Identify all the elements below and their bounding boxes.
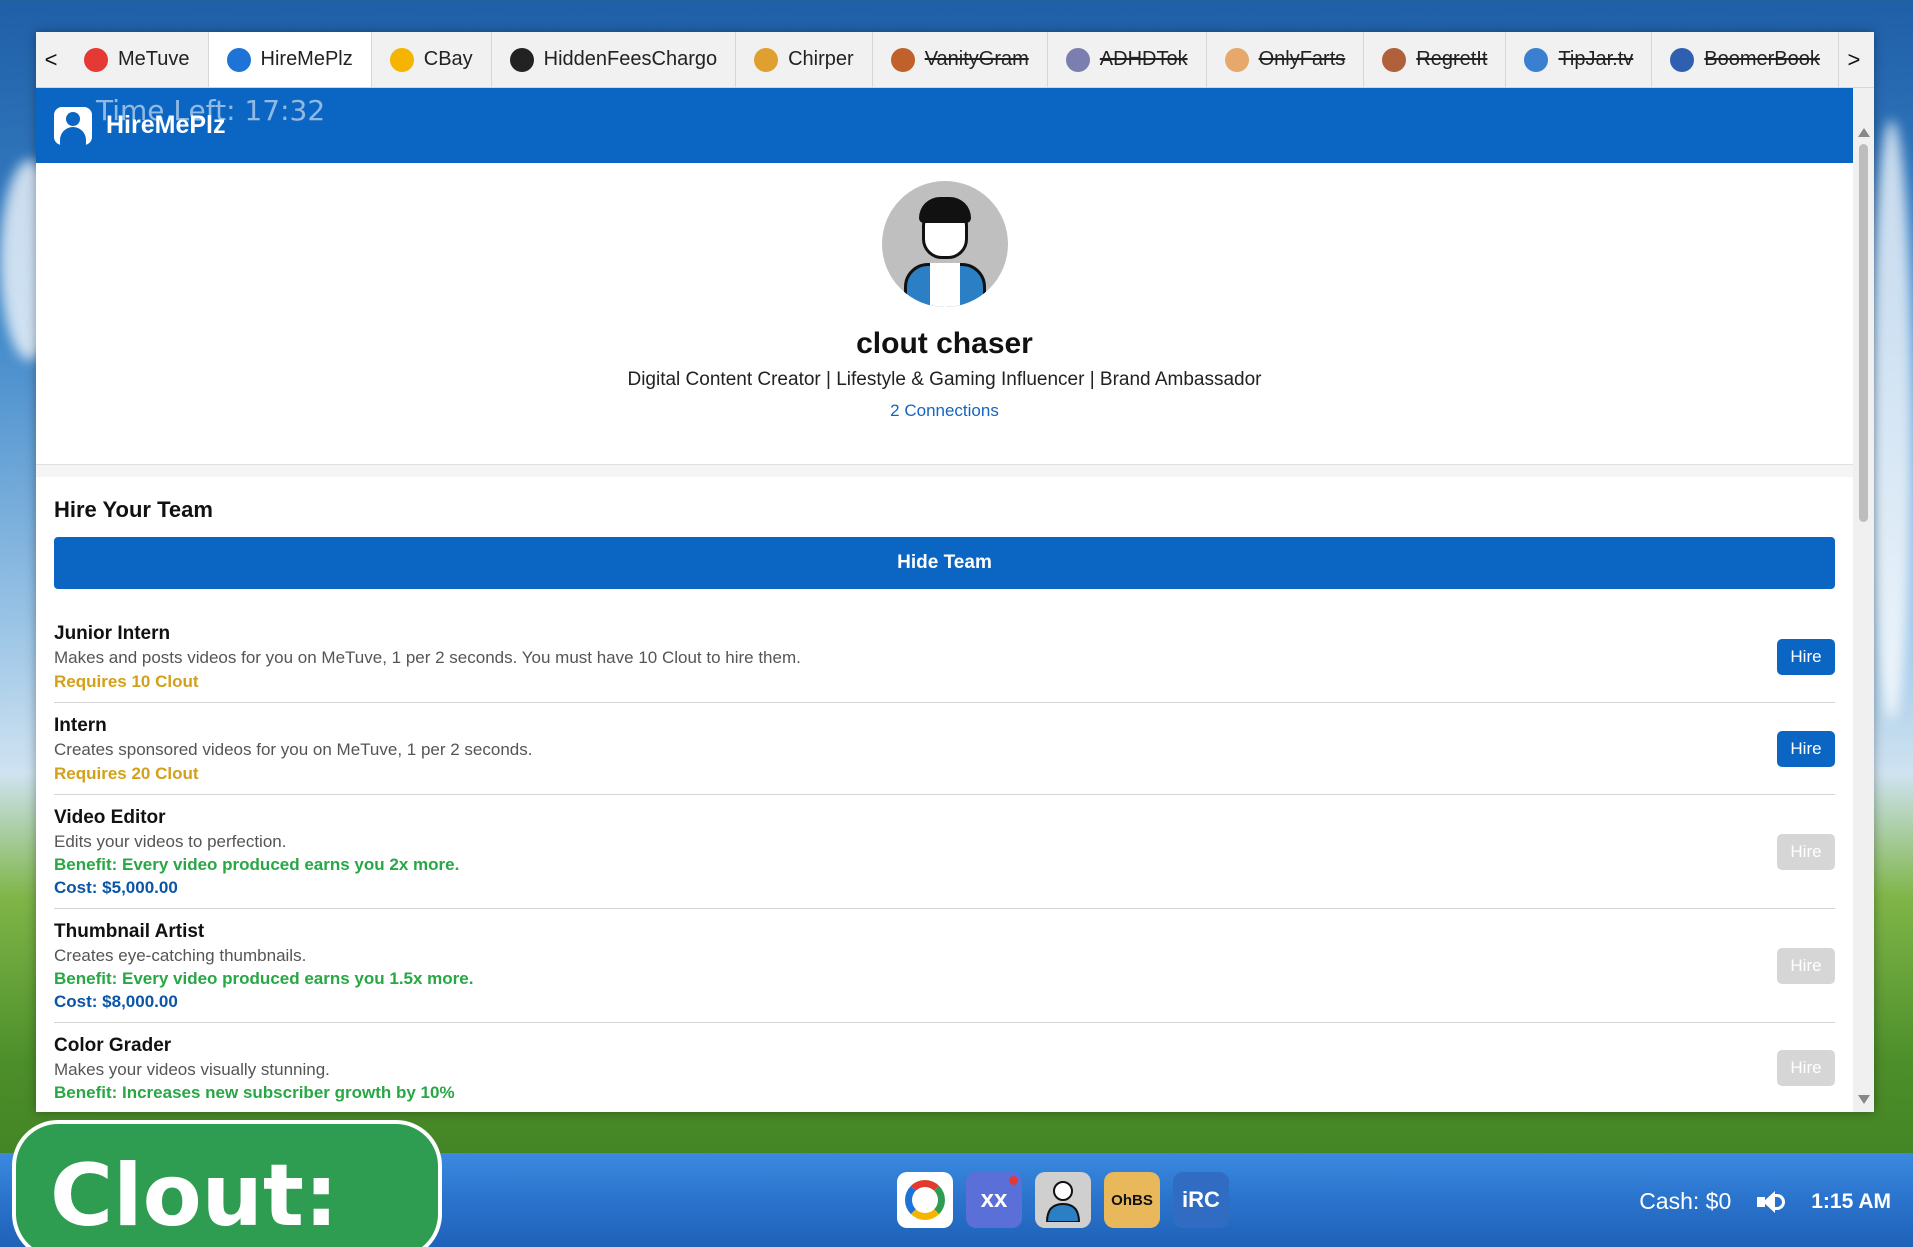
regretit-icon (1382, 47, 1407, 72)
tab-label: VanityGram (924, 48, 1029, 70)
team-item: Color Grader Makes your videos visually s… (54, 1023, 1835, 1112)
scrollbar-thumb[interactable] (1859, 144, 1868, 522)
tab-scroll-right-button[interactable]: > (1839, 32, 1869, 87)
tab-hiremeplz[interactable]: HireMePlz (208, 32, 372, 87)
tab-label: BoomerBook (1704, 48, 1820, 70)
hiddenfeeschargo-icon (509, 47, 534, 72)
cbay-icon (389, 47, 414, 72)
boomerbook-icon (1670, 47, 1695, 72)
team-item: Video Editor Edits your videos to perfect… (54, 795, 1835, 909)
desktop-cloud (1870, 120, 1913, 720)
scroll-down-arrow-icon[interactable] (1858, 1095, 1870, 1104)
tab-regretit[interactable]: RegretIt (1364, 32, 1507, 87)
tab-cbay[interactable]: CBay (372, 32, 492, 87)
team-item-cost: Cost: $8,000.00 (54, 992, 178, 1011)
team-item-name: Video Editor (54, 807, 166, 828)
ohbs-app-icon[interactable]: OhBS (1104, 1172, 1160, 1228)
notification-dot (1009, 1176, 1018, 1185)
tab-vanitygram[interactable]: VanityGram (873, 32, 1048, 87)
tab-boomerbook[interactable]: BoomerBook (1652, 32, 1839, 87)
team-item-name: Thumbnail Artist (54, 921, 205, 942)
team-item-benefit: Benefit: Increases new subscriber growth… (54, 1083, 455, 1102)
tab-hiddenfeeschargo[interactable]: HiddenFeesChargo (492, 32, 737, 87)
team-item-benefit: Benefit: Every video produced earns you … (54, 969, 474, 988)
site-title: HireMePlz (106, 111, 226, 139)
tipjar-icon (1524, 47, 1549, 72)
browser-app-icon[interactable] (897, 1172, 953, 1228)
hire-button[interactable]: Hire (1777, 833, 1835, 870)
team-item-requirement: Requires 10 Clout (54, 672, 199, 691)
team-item-description: Edits your videos to perfection. (54, 832, 287, 851)
scrollbar[interactable] (1853, 88, 1874, 1112)
profile-tagline: Digital Content Creator | Lifestyle & Ga… (627, 369, 1262, 390)
team-item-benefit: Benefit: Every video produced earns you … (54, 855, 460, 874)
team-item-cost: Cost: $5,000.00 (54, 878, 178, 897)
hire-button[interactable]: Hire (1777, 638, 1835, 675)
taskbar-dock: xx OhBS iRC (897, 1172, 1229, 1228)
tab-label: RegretIt (1416, 48, 1488, 70)
chirper-icon (754, 47, 779, 72)
tab-chirper[interactable]: Chirper (736, 32, 873, 87)
onlyfarts-icon (1224, 47, 1249, 72)
hiremeplz-logo-icon (54, 106, 92, 145)
clock: 1:15 AM (1811, 1189, 1891, 1213)
tab-adhdtok[interactable]: ADHDTok (1048, 32, 1207, 87)
browser-window: < MeTuve HireMePlz CBay HiddenFeesChargo Chi… (36, 32, 1874, 1112)
team-item-description: Creates sponsored videos for you on MeTu… (54, 740, 533, 759)
avatar (881, 181, 1008, 307)
team-item-description: Makes and posts videos for you on MeTuve… (54, 648, 801, 667)
tab-label: TipJar.tv (1558, 48, 1634, 70)
vanitygram-icon (890, 47, 915, 72)
page-content[interactable]: clout chaser Digital Content Creator | L… (36, 163, 1853, 1112)
team-item: Thumbnail Artist Creates eye-catching thu… (54, 909, 1835, 1023)
team-item: Intern Creates sponsored videos for you o… (54, 703, 1835, 795)
system-tray: Cash: $0 1:15 AM (1639, 1188, 1891, 1215)
tab-bar: < MeTuve HireMePlz CBay HiddenFeesChargo Chi… (36, 32, 1874, 88)
team-item-name: Junior Intern (54, 623, 171, 644)
tab-metuve[interactable]: MeTuve (66, 32, 209, 87)
tab-label: HiddenFeesChargo (543, 48, 718, 70)
hiremeplz-app-icon[interactable] (1035, 1172, 1091, 1228)
tab-label: MeTuve (118, 48, 190, 70)
dock-label: OhBS (1111, 1191, 1153, 1209)
scroll-up-arrow-icon[interactable] (1858, 128, 1870, 137)
hire-button[interactable]: Hire (1777, 947, 1835, 984)
team-item-requirement: Requires 20 Clout (54, 764, 199, 783)
tab-label: OnlyFarts (1258, 48, 1346, 70)
hire-button[interactable]: Hire (1777, 730, 1835, 767)
tab-scroll-left-button[interactable]: < (36, 32, 66, 87)
game-app-icon[interactable]: xx (966, 1172, 1022, 1228)
hiremeplz-icon (226, 47, 251, 72)
profile-card: clout chaser Digital Content Creator | L… (36, 163, 1853, 465)
tab-label: CBay (423, 48, 473, 70)
tab-label: HireMePlz (260, 48, 353, 70)
profile-name: clout chaser (856, 327, 1033, 360)
section-divider (36, 465, 1853, 477)
dock-label: iRC (1182, 1187, 1220, 1212)
adhdtok-icon (1065, 47, 1090, 72)
team-list: Junior Intern Makes and posts videos for … (54, 611, 1835, 1112)
site-header: HireMePlz (36, 88, 1853, 163)
team-item-name: Color Grader (54, 1035, 172, 1056)
hide-team-button[interactable]: Hide Team (54, 537, 1835, 589)
clout-badge: Clout: 22 (12, 1120, 442, 1247)
speaker-icon[interactable] (1755, 1189, 1787, 1215)
team-item: Junior Intern Makes and posts videos for … (54, 611, 1835, 703)
tab-list: MeTuve HireMePlz CBay HiddenFeesChargo Chirp… (66, 32, 1839, 87)
tab-onlyfarts[interactable]: OnlyFarts (1207, 32, 1365, 87)
tab-label: Chirper (788, 48, 854, 70)
hire-button[interactable]: Hire (1777, 1050, 1835, 1086)
hire-team-section: Hire Your Team Hide Team Junior Intern Ma… (36, 477, 1853, 1112)
team-item-description: Makes your videos visually stunning. (54, 1060, 330, 1079)
team-item-description: Creates eye-catching thumbnails. (54, 946, 307, 965)
cash-display: Cash: $0 (1639, 1188, 1732, 1214)
team-item-name: Intern (54, 715, 107, 736)
dock-label: xx (980, 1186, 1008, 1213)
section-title: Hire Your Team (54, 497, 213, 522)
tab-tipjar[interactable]: TipJar.tv (1506, 32, 1653, 87)
irc-app-icon[interactable]: iRC (1173, 1172, 1229, 1228)
metuve-icon (84, 47, 108, 72)
connections-link[interactable]: 2 Connections (36, 401, 1853, 421)
tab-label: ADHDTok (1099, 48, 1188, 70)
